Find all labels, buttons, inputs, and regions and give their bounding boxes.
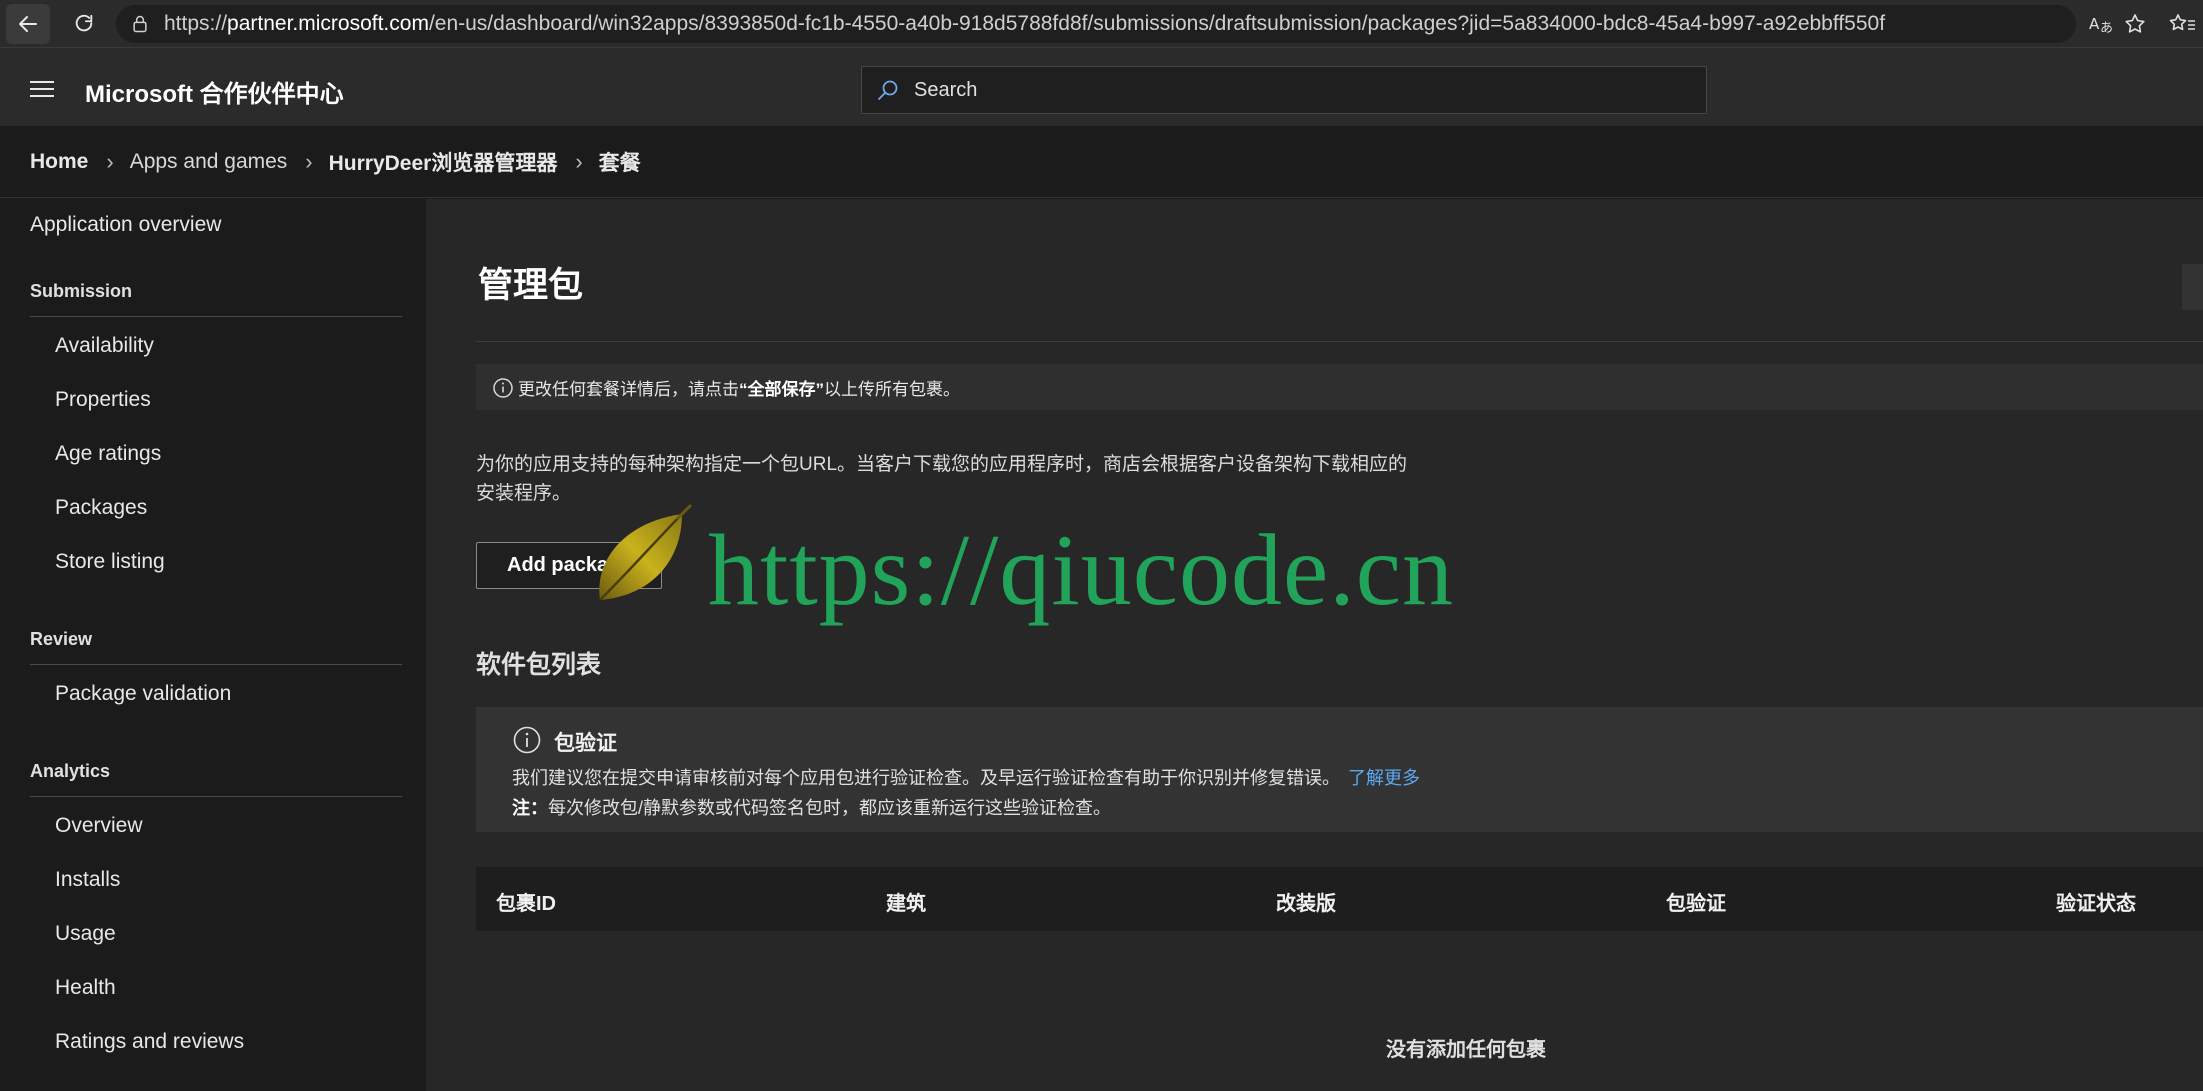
sidebar-item-application-overview[interactable]: Application overview [30, 213, 221, 237]
lock-icon[interactable] [130, 14, 150, 40]
sidebar-item-store-listing[interactable]: Store listing [55, 550, 165, 574]
chevron-right-icon: › [106, 148, 114, 174]
sidebar-item-overview[interactable]: Overview [55, 814, 143, 838]
banner-text-after: 以上传所有包裹。 [824, 379, 960, 399]
sidebar-item-availability[interactable]: Availability [55, 334, 154, 358]
sidebar-divider [30, 664, 402, 665]
column-header-architecture[interactable]: 建筑 [886, 887, 926, 916]
save-all-button[interactable] [2182, 264, 2203, 310]
title-divider [476, 341, 2203, 342]
arrow-left-icon [19, 16, 37, 32]
banner-text-bold: “全部保存” [739, 379, 824, 399]
breadcrumb: Home › Apps and games › HurryDeer浏览器管理器 … [0, 126, 2203, 198]
packages-table-header: 包裹ID 建筑 改装版 包验证 验证状态 [476, 867, 2203, 931]
sidebar-section-review: Review [30, 629, 93, 649]
sidebar-nav: Application overview Submission Availabi… [0, 199, 426, 1091]
browser-toolbar: https://partner.microsoft.com/en-us/dash… [0, 0, 2203, 48]
watermark-text: https://qiucode.cn [708, 514, 1455, 627]
breadcrumb-app-name[interactable]: HurryDeer浏览器管理器 [329, 147, 558, 177]
url-path: /en-us/dashboard/win32apps/8393850d-fc1b… [428, 12, 1886, 35]
breadcrumb-home[interactable]: Home [30, 150, 88, 174]
brand-title[interactable]: Microsoft 合作伙伴中心 [85, 74, 344, 109]
menu-button[interactable] [22, 72, 62, 106]
url-host: partner.microsoft.com [227, 12, 429, 35]
sidebar-item-usage[interactable]: Usage [55, 922, 116, 946]
hamburger-icon [30, 81, 54, 97]
empty-table-message: 没有添加任何包裹 [1386, 1039, 1546, 1061]
sidebar-item-packages[interactable]: Packages [55, 496, 147, 520]
search-placeholder: Search [914, 78, 978, 101]
validation-description: 我们建议您在提交申请审核前对每个应用包进行验证检查。及早运行验证检查有助于你识别… [512, 764, 1420, 790]
validation-heading: 包验证 [554, 732, 617, 755]
sidebar-item-ratings-and-reviews[interactable]: Ratings and reviews [55, 1030, 244, 1054]
sidebar-section-analytics: Analytics [30, 761, 111, 781]
favorites-list-icon [2169, 14, 2195, 31]
sidebar-item-properties[interactable]: Properties [55, 388, 151, 412]
search-input[interactable]: Search [861, 66, 1707, 114]
info-icon [512, 725, 542, 760]
column-header-package-id[interactable]: 包裹ID [496, 887, 556, 916]
validation-note-label: 注： [512, 798, 548, 818]
watermark: https://qiucode.cn [590, 500, 1510, 627]
column-header-package-validation[interactable]: 包验证 [1666, 887, 1726, 916]
package-list-title: 软件包列表 [476, 651, 602, 679]
sidebar-divider [30, 316, 402, 317]
column-header-version[interactable]: 改装版 [1276, 887, 1336, 916]
page-title: 管理包 [478, 266, 584, 305]
reload-button[interactable] [62, 4, 106, 44]
favorites-button[interactable] [2160, 4, 2203, 44]
svg-text:A: A [2089, 15, 2100, 33]
sidebar-divider [30, 796, 402, 797]
main-content: 管理包 更改任何套餐详情后，请点击 “全部保存” 以上传所有包裹。 为你的应用支持的… [426, 199, 2203, 1091]
add-favorite-button[interactable] [2113, 4, 2157, 44]
leaf-logo-icon [599, 504, 692, 601]
validation-note: 注：每次修改包/静默参数或代码签名包时，都应该重新运行这些验证检查。 [512, 794, 1111, 820]
sidebar-item-installs[interactable]: Installs [55, 868, 120, 892]
url-prefix: https:// [164, 12, 228, 35]
validation-description-text: 我们建议您在提交申请审核前对每个应用包进行验证检查。及早运行验证检查有助于你识别… [512, 768, 1340, 788]
chevron-right-icon: › [305, 148, 313, 174]
chevron-right-icon: › [575, 148, 583, 174]
star-icon [2125, 14, 2145, 33]
translate-icon: Aあ [2089, 15, 2113, 36]
breadcrumb-apps-and-games[interactable]: Apps and games [130, 150, 288, 174]
svg-text:あ: あ [2100, 21, 2113, 36]
partner-center-header: Microsoft 合作伙伴中心 Search [0, 48, 2203, 126]
address-bar[interactable]: https://partner.microsoft.com/en-us/dash… [116, 5, 2076, 43]
info-banner: 更改任何套餐详情后，请点击 “全部保存” 以上传所有包裹。 [476, 364, 2203, 410]
back-button[interactable] [6, 4, 50, 44]
breadcrumb-current: 套餐 [598, 151, 641, 175]
search-icon [876, 78, 900, 102]
sidebar-item-age-ratings[interactable]: Age ratings [55, 442, 161, 466]
info-icon [492, 377, 514, 404]
banner-text-before: 更改任何套餐详情后，请点击 [518, 379, 739, 399]
column-header-validation-status[interactable]: 验证状态 [2056, 887, 2136, 916]
sidebar-item-health[interactable]: Health [55, 976, 116, 1000]
validation-note-text: 每次修改包/静默参数或代码签名包时，都应该重新运行这些验证检查。 [548, 798, 1111, 818]
package-validation-notice: 包验证 我们建议您在提交申请审核前对每个应用包进行验证检查。及早运行验证检查有助… [476, 707, 2203, 832]
reload-icon [75, 14, 93, 32]
sidebar-item-package-validation[interactable]: Package validation [55, 682, 231, 706]
learn-more-link[interactable]: 了解更多 [1348, 768, 1420, 788]
sidebar-section-submission: Submission [30, 281, 133, 301]
